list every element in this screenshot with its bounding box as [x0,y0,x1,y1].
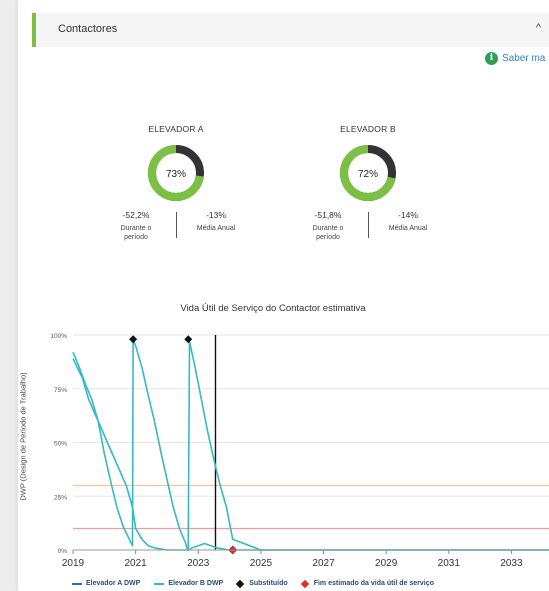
contactors-card: Contactores ^ i Saber ma ELEVADOR A 73% … [18,0,549,591]
y-tick-label: 25% [54,494,67,501]
y-tick-label: 100% [50,333,67,340]
x-tick-label: 2033 [500,558,523,569]
y-tick-label: 0% [58,548,68,555]
y-tick-label: 50% [54,441,67,448]
x-tick-label: 2027 [312,558,335,569]
line-chart: 0% 25% 50% 75% 100% 2019 2021 2023 2025 2027 2029 2… [50,333,549,569]
x-tick-label: 2031 [438,558,461,569]
chart-series [72,338,549,551]
chart-legend: Elevador A DWP Elevador B DWP Substituíd… [72,579,448,588]
legend-item-b[interactable]: Elevador B DWP [154,580,223,587]
chart-axes: 0% 25% 50% 75% 100% 2019 2021 2023 2025 2027 2029 2… [50,333,549,569]
x-tick-label: 2021 [125,558,148,569]
legend-label-b: Elevador B DWP [168,580,224,587]
legend-label-a: Elevador A DWP [86,580,141,587]
legend-item-a[interactable]: Elevador A DWP [72,580,140,587]
y-tick-label: 75% [54,387,67,394]
legend-line-b [154,582,165,585]
chart-markers [129,335,238,555]
replaced-marker [184,335,193,344]
x-tick-label: 2019 [62,558,85,569]
x-tick-label: 2023 [187,558,210,569]
series-line-elevador-a [72,338,549,551]
x-tick-label: 2025 [250,558,273,569]
legend-item-replaced[interactable]: Substituído [235,579,288,588]
legend-diamond-black [235,579,245,588]
replaced-marker [129,335,138,344]
legend-item-eol[interactable]: Fim estimado da vida útil de serviço [300,579,434,588]
legend-label-replaced: Substituído [249,580,288,587]
series-line-elevador-b [72,340,549,551]
legend-label-eol: Fim estimado da vida útil de serviço [313,580,434,587]
chart-grid [73,334,549,551]
legend-line-a [72,582,82,585]
legend-diamond-red [300,579,309,588]
x-tick-label: 2029 [375,558,398,569]
